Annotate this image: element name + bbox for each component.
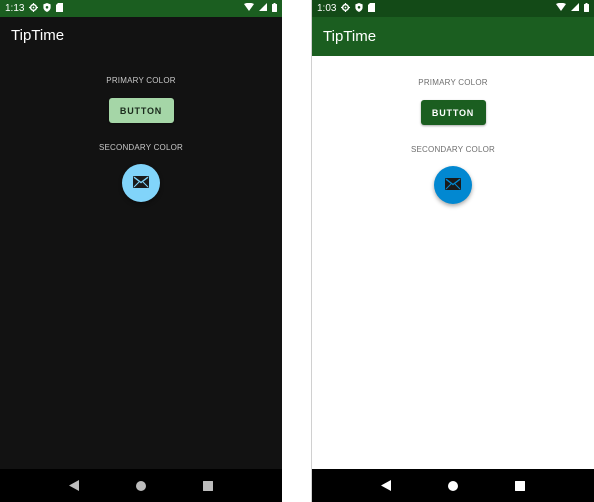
recents-icon[interactable] xyxy=(198,476,218,496)
shield-icon xyxy=(355,2,364,15)
status-time: 1:03 xyxy=(317,3,337,14)
battery-icon xyxy=(584,2,589,15)
signal-icon xyxy=(259,3,267,14)
gear-icon xyxy=(341,2,351,15)
app-title: TipTime xyxy=(323,28,377,45)
navigation-bar xyxy=(0,469,282,502)
signal-icon xyxy=(571,3,579,14)
status-bar: 1:03 xyxy=(312,0,594,17)
main-content: PRIMARY COLOR BUTTON SECONDARY COLOR xyxy=(312,56,594,469)
gear-icon xyxy=(29,2,39,15)
wifi-icon xyxy=(244,2,254,14)
secondary-color-label: SECONDARY COLOR xyxy=(410,145,496,154)
mail-icon xyxy=(133,175,149,191)
battery-icon xyxy=(272,2,277,15)
shield-icon xyxy=(43,2,52,15)
main-content: PRIMARY COLOR BUTTON SECONDARY COLOR xyxy=(0,54,282,469)
sd-card-icon xyxy=(368,2,376,15)
mail-icon xyxy=(445,177,461,193)
primary-button[interactable]: BUTTON xyxy=(420,100,486,125)
home-icon[interactable] xyxy=(443,476,463,496)
app-bar: TipTime xyxy=(312,17,594,56)
primary-color-label: PRIMARY COLOR xyxy=(418,78,488,87)
app-bar: TipTime xyxy=(0,17,282,54)
wifi-icon xyxy=(556,2,566,14)
status-time: 1:13 xyxy=(5,3,25,14)
status-bar: 1:13 xyxy=(0,0,282,17)
phone-screen-light: 1:03 TipTime PRIMARY COLOR BUTTON SECOND… xyxy=(311,0,594,502)
fab-button[interactable] xyxy=(434,166,472,204)
primary-color-label: PRIMARY COLOR xyxy=(106,76,176,85)
fab-button[interactable] xyxy=(122,164,160,202)
app-title: TipTime xyxy=(11,27,65,44)
primary-button[interactable]: BUTTON xyxy=(108,98,174,123)
navigation-bar xyxy=(312,469,594,502)
phone-screen-dark: 1:13 TipTime PRIMARY COLOR BUTTON SECOND… xyxy=(0,0,282,502)
back-icon[interactable] xyxy=(64,476,84,496)
sd-card-icon xyxy=(56,2,64,15)
home-icon[interactable] xyxy=(131,476,151,496)
recents-icon[interactable] xyxy=(510,476,530,496)
back-icon[interactable] xyxy=(376,476,396,496)
secondary-color-label: SECONDARY COLOR xyxy=(98,143,184,152)
